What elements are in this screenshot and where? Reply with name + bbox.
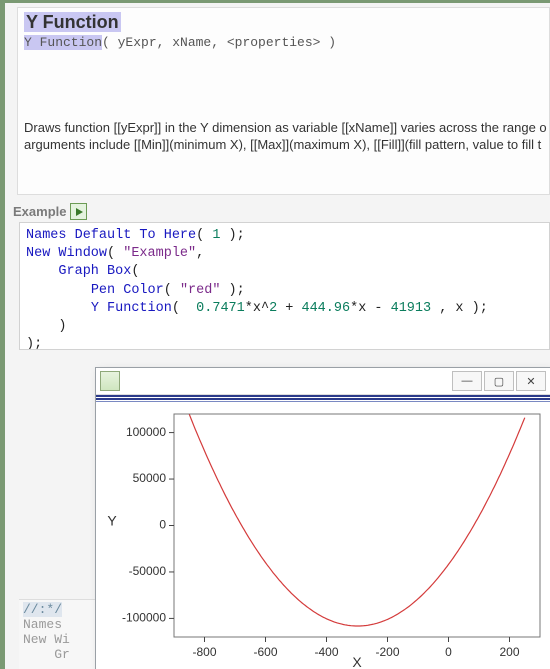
svg-text:X: X: [352, 654, 362, 669]
editor-line-2: New Wi: [23, 632, 70, 647]
signature: Y Function( yExpr, xName, <properties> ): [24, 35, 549, 50]
editor-line-1: Names: [23, 617, 70, 632]
svg-text:-200: -200: [375, 645, 399, 659]
window-separator: [96, 395, 550, 402]
chart-area: -100000 -50000 0 50000 100000 -800 -600 -400 -20…: [96, 402, 550, 669]
output-window-titlebar[interactable]: — ▢ ✕: [96, 368, 550, 395]
editor-line-3: Gr: [23, 647, 70, 662]
svg-text:Y: Y: [107, 513, 117, 529]
chart-svg: -100000 -50000 0 50000 100000 -800 -600 -400 -20…: [96, 402, 550, 669]
run-example-icon[interactable]: [70, 203, 87, 220]
svg-text:-100000: -100000: [122, 611, 166, 625]
output-window[interactable]: — ▢ ✕ -100000-50000050000100000-800-600-…: [95, 367, 550, 669]
window-close-button[interactable]: ✕: [516, 371, 546, 391]
editor-comment: //:*/: [23, 602, 62, 617]
svg-text:-400: -400: [314, 645, 338, 659]
example-label: Example: [13, 204, 66, 219]
description-line-2: arguments include [[Min]](minimum X), [[…: [24, 137, 549, 152]
window-app-icon: [100, 371, 120, 391]
signature-function: Y Function: [24, 35, 102, 50]
svg-text:-50000: -50000: [129, 564, 167, 578]
svg-text:-600: -600: [253, 645, 277, 659]
window-maximize-button[interactable]: ▢: [484, 371, 514, 391]
svg-text:0: 0: [445, 645, 452, 659]
documentation-panel: Y Function Y Function( yExpr, xName, <pr…: [17, 7, 550, 195]
description-line-1: Draws function [[yExpr]] in the Y dimens…: [24, 120, 549, 135]
example-header: Example: [13, 203, 550, 220]
svg-text:50000: 50000: [133, 471, 167, 485]
svg-text:200: 200: [499, 645, 519, 659]
window-minimize-button[interactable]: —: [452, 371, 482, 391]
page-title: Y Function: [24, 12, 121, 32]
example-code[interactable]: Names Default To Here( 1 ); New Window( …: [19, 222, 550, 350]
svg-text:-800: -800: [192, 645, 216, 659]
app-frame: Y Function Y Function( yExpr, xName, <pr…: [0, 0, 550, 669]
svg-text:0: 0: [159, 518, 166, 532]
svg-text:100000: 100000: [126, 425, 166, 439]
signature-args: ( yExpr, xName, <properties> ): [102, 35, 336, 50]
